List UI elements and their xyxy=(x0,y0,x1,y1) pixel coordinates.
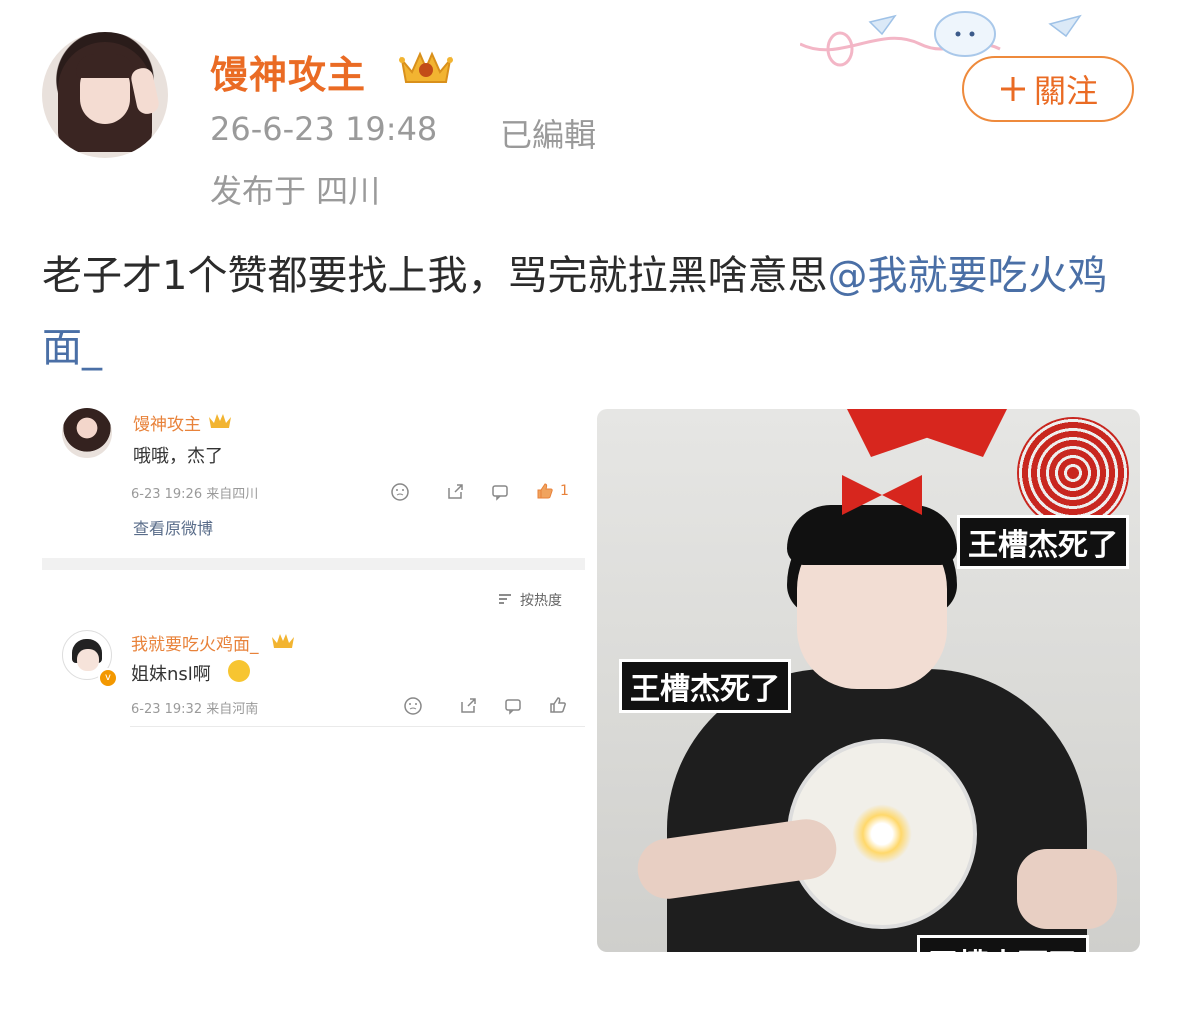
comment-icon[interactable] xyxy=(503,696,523,716)
post-image[interactable]: 王槽杰死了 王槽杰死了 王槽杰死了 xyxy=(597,409,1140,952)
comment-text: 哦哦，杰了 xyxy=(133,446,223,467)
image-caption: 王槽杰死了 xyxy=(957,515,1129,569)
author-name[interactable]: 馒神攻主 xyxy=(210,44,366,99)
image-caption: 王槽杰死了 xyxy=(619,659,791,713)
comment-avatar[interactable] xyxy=(62,408,112,458)
post-location: 发布于 四川 xyxy=(210,172,381,210)
like-count: 1 xyxy=(560,483,569,499)
emoji-face-icon[interactable] xyxy=(403,696,423,716)
comment-icon[interactable] xyxy=(490,482,510,502)
emoji-face-icon[interactable] xyxy=(390,482,410,502)
edited-label[interactable]: 已編輯 xyxy=(500,110,596,156)
post-text: 老子才1个赞都要找上我，骂完就拉黑啥意思 xyxy=(42,253,828,299)
author-avatar[interactable] xyxy=(42,32,168,158)
crown-badge-icon xyxy=(209,414,231,428)
divider xyxy=(130,726,585,727)
verified-badge-icon: v xyxy=(98,668,118,688)
follow-label: 關注 xyxy=(1033,72,1098,110)
comment-author[interactable]: 馒神攻主 xyxy=(133,410,201,435)
post-body: 老子才1个赞都要找上我，骂完就拉黑啥意思@我就要吃火鸡面_ xyxy=(42,240,1142,384)
crown-badge-icon xyxy=(399,51,453,83)
comment-author[interactable]: 我就要吃火鸡面_ xyxy=(131,630,259,655)
follow-button[interactable]: 關注 xyxy=(962,56,1134,122)
crown-badge-icon xyxy=(272,634,294,648)
divider xyxy=(42,558,585,570)
like-icon[interactable] xyxy=(548,695,568,715)
comment-time: 6-23 19:26 来自四川 xyxy=(131,487,259,502)
plus-icon xyxy=(1000,77,1025,101)
image-caption: 王槽杰死了 xyxy=(917,935,1089,952)
sort-label[interactable]: 按热度 xyxy=(520,590,562,610)
share-icon[interactable] xyxy=(458,696,478,716)
share-icon[interactable] xyxy=(445,482,465,502)
laughing-emoji-icon xyxy=(228,660,250,682)
like-icon[interactable] xyxy=(535,481,555,501)
comment-time: 6-23 19:32 来自河南 xyxy=(131,702,259,717)
view-original-link[interactable]: 查看原微博 xyxy=(133,515,213,539)
sort-icon[interactable] xyxy=(498,593,512,605)
post-timestamp: 26-6-23 19:48 xyxy=(210,110,438,148)
comment-text: 姐妹nsl啊 xyxy=(131,664,211,685)
